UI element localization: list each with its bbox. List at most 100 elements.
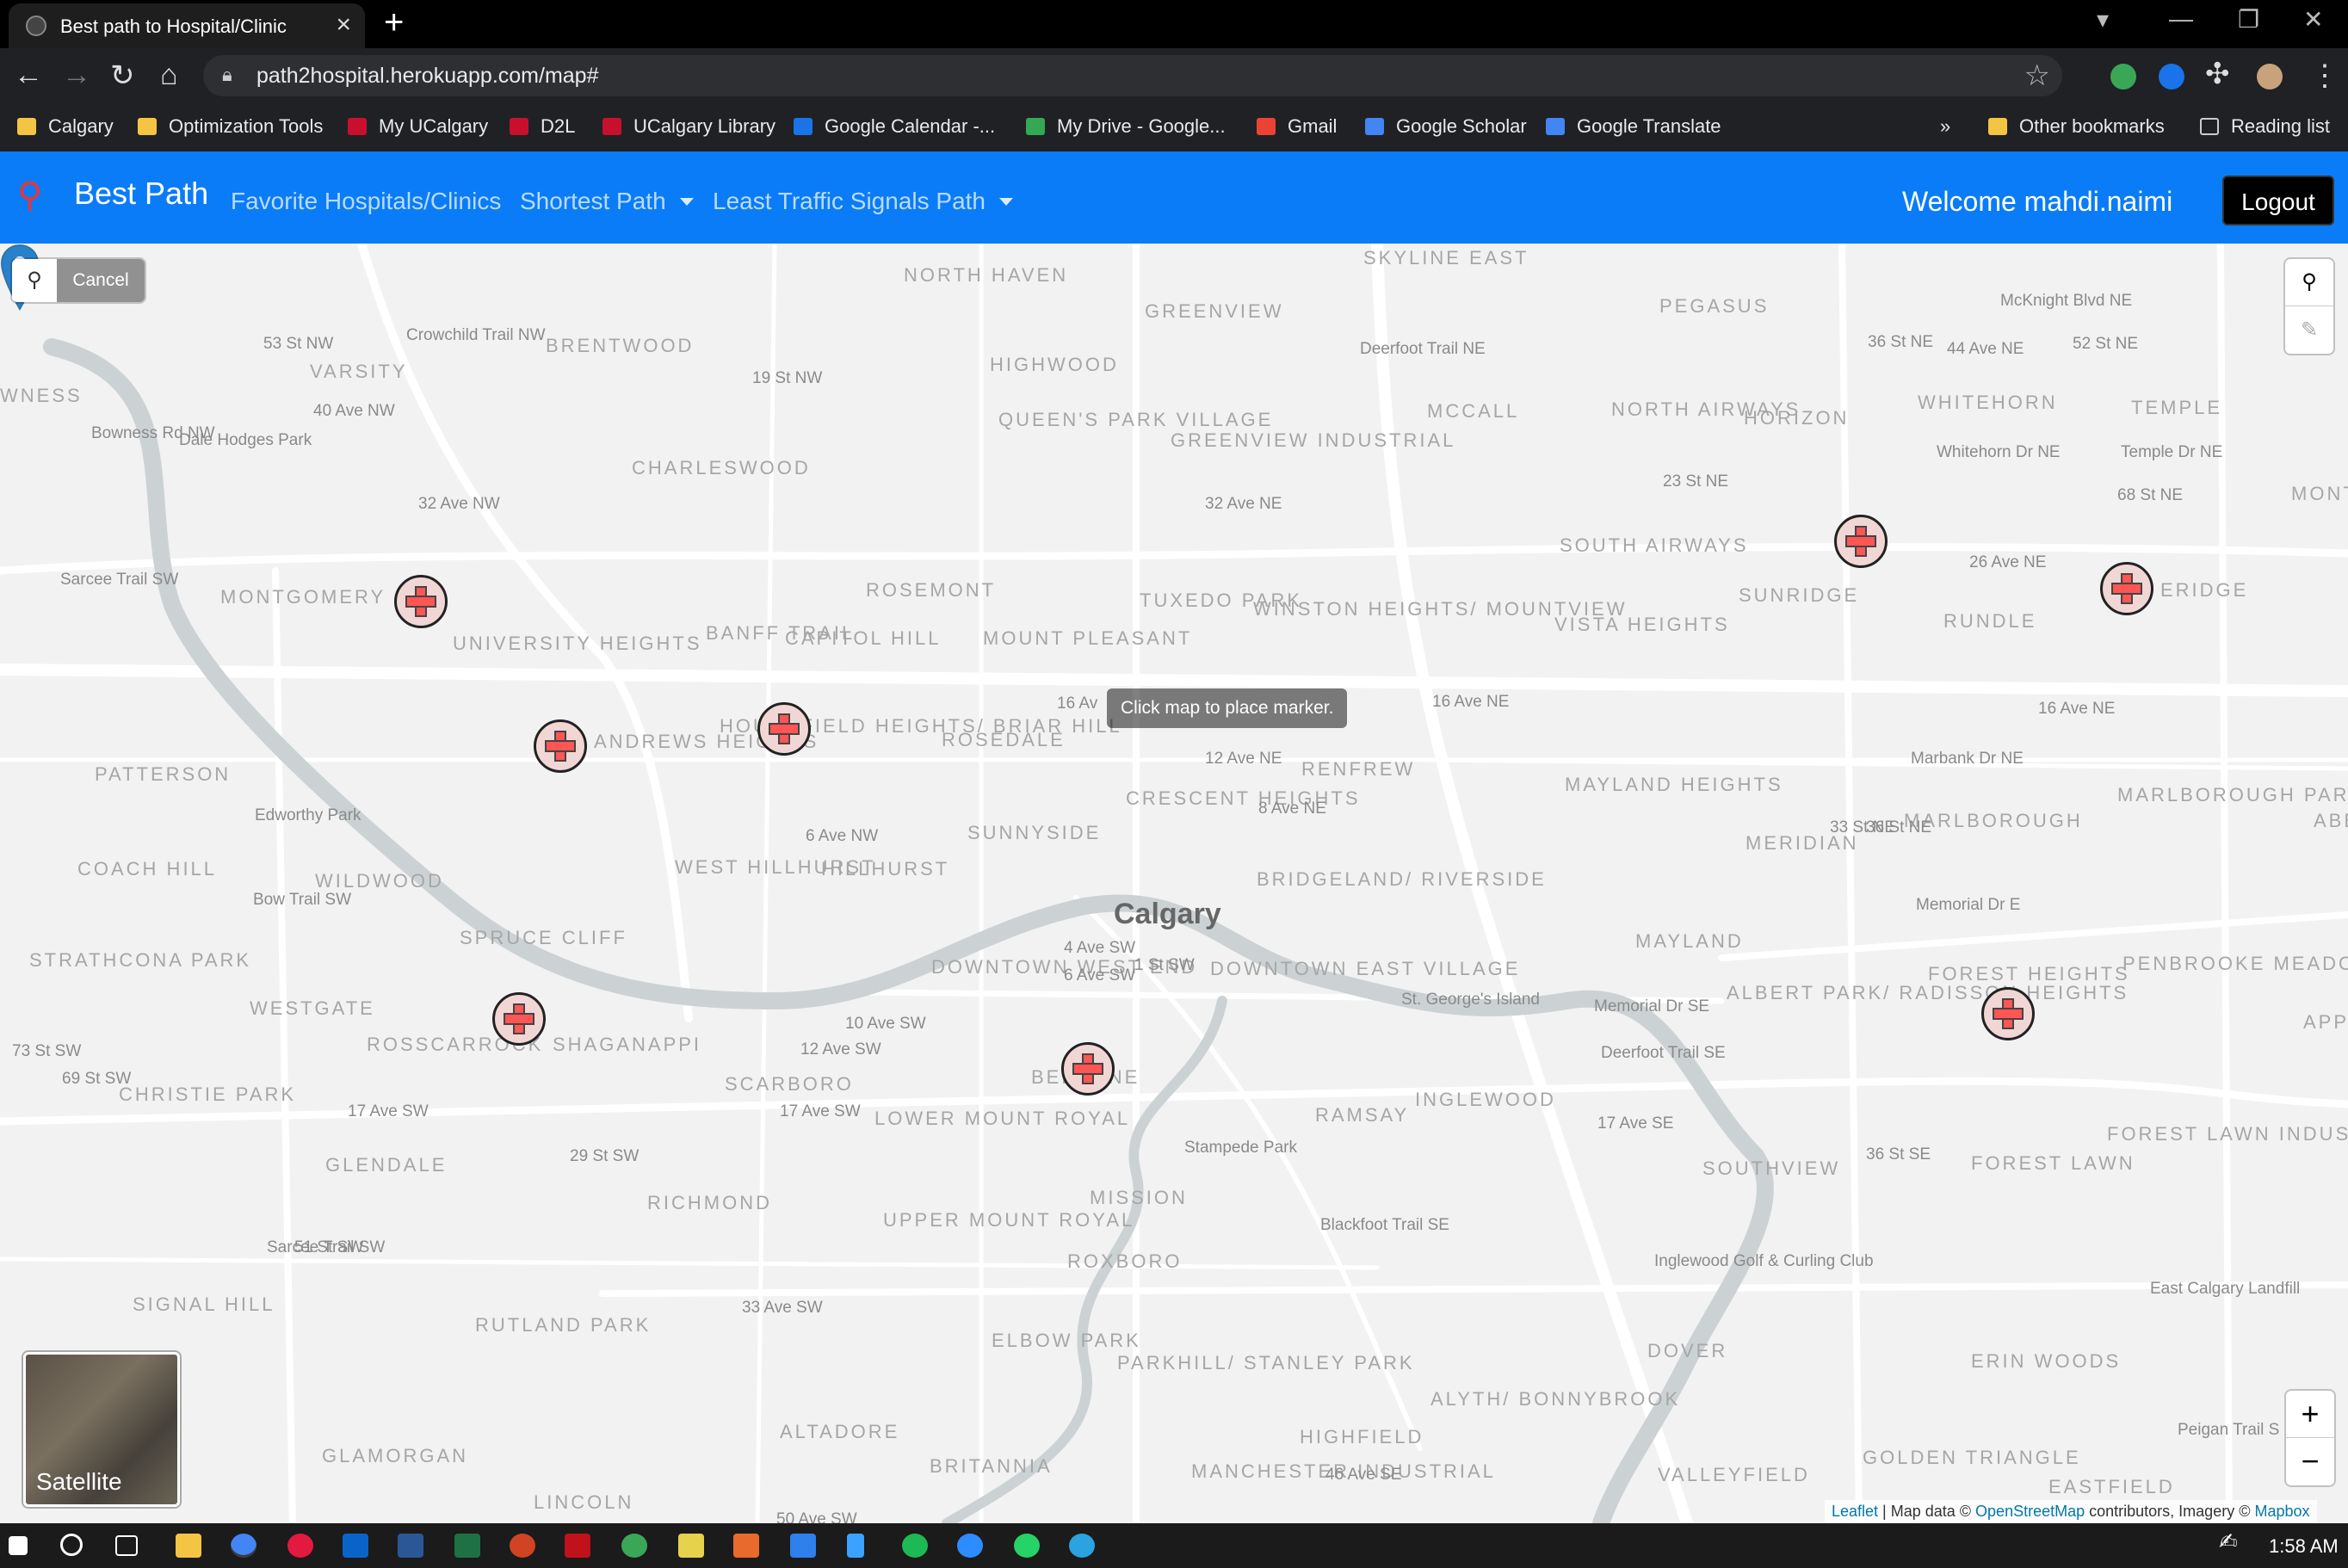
road-label: 17 Ave SW (780, 1102, 861, 1120)
bookmark-item[interactable]: Calgary (17, 115, 114, 138)
bookmark-item[interactable]: Optimization Tools (138, 115, 323, 138)
zoom-out-button[interactable]: − (2286, 1438, 2334, 1485)
ide-icon[interactable] (678, 1534, 704, 1558)
zoom-in-button[interactable]: + (2286, 1391, 2334, 1438)
whatsapp-icon[interactable] (1014, 1534, 1040, 1558)
road-label: 16 Av (1057, 694, 1098, 713)
neighborhood-label: Eridge (2160, 579, 2249, 601)
clock[interactable]: 1:58 AM (2269, 1535, 2339, 1558)
puzzle-icon[interactable]: ✣ (2205, 57, 2230, 91)
forward-icon[interactable]: → (62, 59, 91, 92)
road-label: 4 Ave SW (1064, 939, 1136, 957)
hospital-marker[interactable] (1061, 1042, 1115, 1096)
bookmark-item[interactable]: Google Calendar -... (794, 115, 995, 138)
hospital-marker[interactable] (534, 719, 587, 773)
marker-tool-icon[interactable]: ⚲ (2285, 259, 2333, 306)
marker-tool-icon[interactable]: ⚲ (12, 259, 57, 302)
matlab-icon[interactable] (733, 1534, 759, 1558)
other-bookmarks[interactable]: Other bookmarks (1988, 115, 2165, 138)
neighborhood-label: Charleswood (632, 457, 811, 478)
neighborhood-label: Alyth/ Bonnybrook (1430, 1388, 1681, 1410)
neighborhood-label: Forest Lawn Industrial (2107, 1123, 2348, 1145)
bookmark-star-icon[interactable]: ☆ (2024, 59, 2050, 93)
browser-tab[interactable]: Best path to Hospital/Clinic × (9, 3, 365, 48)
neighborhood-label: Renfrew (1301, 758, 1416, 780)
windows-start-icon[interactable] (9, 1536, 28, 1555)
bookmark-item[interactable]: Google Scholar (1365, 115, 1527, 138)
app-navbar: ⚲ Best Path Favorite Hospitals/Clinics S… (0, 151, 2348, 244)
edit-icon[interactable]: ✎ (2285, 307, 2333, 354)
bookmark-item[interactable]: Google Translate (1546, 115, 1721, 138)
reading-list[interactable]: Reading list (2200, 115, 2330, 138)
road-label: 10 Ave SW (845, 1015, 926, 1033)
brand[interactable]: Best Path (74, 176, 208, 212)
excel-icon[interactable] (454, 1534, 480, 1558)
mapbox-link[interactable]: Mapbox (2254, 1503, 2309, 1520)
road-label: McKnight Blvd NE (2000, 292, 2133, 310)
cancel-button[interactable]: Cancel (57, 259, 145, 302)
reload-icon[interactable]: ↻ (110, 59, 135, 93)
telegram-icon[interactable] (1069, 1534, 1095, 1558)
hospital-marker[interactable] (1981, 987, 2035, 1040)
search-icon[interactable] (60, 1534, 83, 1556)
document-icon[interactable] (847, 1534, 864, 1558)
nav-shortest-path[interactable]: Shortest Path (520, 188, 694, 215)
todo-icon[interactable] (790, 1534, 816, 1558)
osm-link[interactable]: OpenStreetMap (1975, 1503, 2085, 1520)
address-bar[interactable]: 🔒︎ path2hospital.herokuapp.com/map# ☆ (203, 55, 2062, 96)
satellite-layer-toggle[interactable]: Satellite (23, 1352, 180, 1507)
nav-least-signals-path[interactable]: Least Traffic Signals Path (713, 188, 1013, 215)
spotify-icon[interactable] (902, 1534, 928, 1558)
app-icon[interactable] (621, 1534, 647, 1558)
url-text[interactable]: path2hospital.herokuapp.com/map# (256, 64, 599, 89)
restore-icon[interactable]: ❐ (2238, 5, 2259, 34)
plus-icon (504, 1003, 534, 1034)
taskbar: ✍︎ 1:58 AM (0, 1523, 2348, 1568)
opera-icon[interactable] (287, 1534, 313, 1558)
hospital-marker[interactable] (1834, 515, 1888, 568)
bookmark-item[interactable]: My Drive - Google... (1026, 115, 1226, 138)
bookmark-item[interactable]: Gmail (1257, 115, 1337, 138)
leaflet-link[interactable]: Leaflet (1832, 1503, 1878, 1520)
chrome-icon[interactable] (231, 1534, 256, 1558)
logout-button[interactable]: Logout (2222, 176, 2334, 225)
folder-icon (17, 118, 36, 135)
zoom-icon[interactable] (957, 1534, 983, 1558)
outlook-icon[interactable] (343, 1534, 368, 1558)
home-icon[interactable]: ⌂ (160, 59, 178, 92)
map-canvas[interactable]: Calgary North Haven Skyline East Greenvi… (0, 244, 2348, 1523)
satellite-label: Satellite (36, 1468, 122, 1495)
bookmark-item[interactable]: UCalgary Library (602, 115, 775, 138)
acrobat-icon[interactable] (565, 1534, 590, 1558)
tab-search-icon[interactable]: ▾ (2097, 5, 2109, 34)
window-close-icon[interactable]: ✕ (2303, 5, 2323, 34)
back-icon[interactable]: ← (14, 59, 43, 92)
bookmark-item[interactable]: My UCalgary (348, 115, 488, 138)
hospital-marker[interactable] (394, 575, 448, 628)
hospital-marker[interactable] (757, 702, 811, 756)
hospital-marker[interactable] (492, 992, 546, 1046)
nav-favorites[interactable]: Favorite Hospitals/Clinics (231, 188, 501, 215)
bookmark-item[interactable]: D2L (510, 115, 575, 138)
extension-icon[interactable] (2159, 64, 2184, 90)
file-explorer-icon[interactable] (176, 1534, 201, 1558)
new-tab-icon[interactable]: + (384, 3, 404, 42)
neighborhood-label: Varsity (310, 361, 408, 382)
bookmarks-overflow[interactable]: » (1940, 115, 1950, 138)
minimize-icon[interactable]: — (2169, 5, 2193, 33)
neighborhood-label: Bridgeland/ Riverside (1257, 868, 1547, 890)
hospital-marker[interactable] (2100, 562, 2153, 615)
menu-icon[interactable]: ⋮ (2310, 59, 2339, 93)
word-icon[interactable] (398, 1534, 423, 1558)
task-view-icon[interactable] (115, 1535, 138, 1556)
pen-icon[interactable]: ✍︎ (2219, 1528, 2245, 1554)
lock-icon[interactable]: 🔒︎ (222, 64, 232, 86)
powerpoint-icon[interactable] (510, 1534, 535, 1558)
road-label: 32 Ave NW (418, 495, 500, 513)
road-label: Sarcee Trail SW (60, 571, 179, 589)
neighborhood-label: Highwood (990, 354, 1119, 375)
extension-icon[interactable] (2110, 64, 2136, 90)
avatar[interactable] (2257, 64, 2283, 90)
close-icon[interactable]: × (336, 10, 351, 40)
neighborhood-label: Dover (1647, 1340, 1728, 1361)
